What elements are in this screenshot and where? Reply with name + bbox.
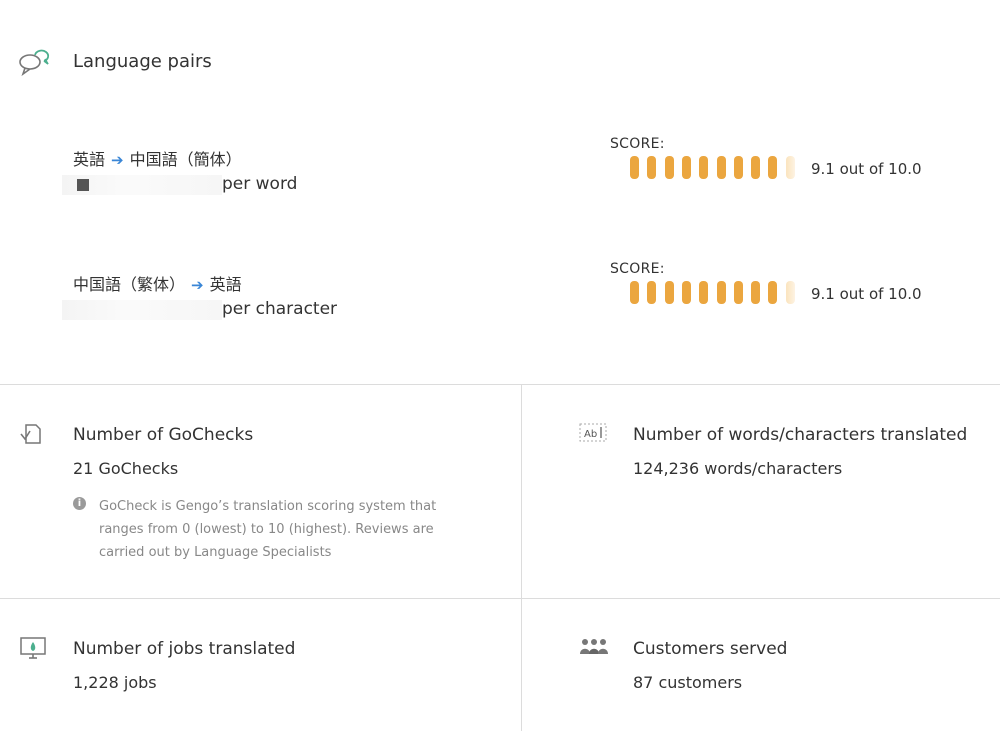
score-segment bbox=[699, 156, 709, 179]
score-segment bbox=[768, 281, 778, 304]
score-label: SCORE: bbox=[610, 136, 665, 152]
divider bbox=[0, 598, 1000, 599]
score-segment bbox=[699, 281, 709, 304]
source-language: 中国語（繁体） bbox=[73, 275, 186, 294]
score-segment bbox=[647, 156, 657, 179]
stat-customers: Customers served 87 customers bbox=[579, 636, 994, 716]
score-segment bbox=[681, 281, 691, 304]
pair-languages: 中国語（繁体） ➔ 英語 bbox=[73, 271, 242, 295]
price-marker bbox=[77, 179, 89, 191]
language-pair-row: 英語 ➔ 中国語（簡体） per word SCORE: 9.1 out of 10… bbox=[0, 136, 1000, 226]
score-segment bbox=[630, 156, 639, 179]
stat-value: 87 customers bbox=[633, 673, 743, 692]
stat-value: 124,236 words/characters bbox=[633, 459, 843, 478]
score-segment bbox=[768, 156, 778, 179]
monitor-icon bbox=[20, 636, 48, 660]
stat-title: Number of jobs translated bbox=[73, 639, 296, 659]
stat-title: Number of words/characters translated bbox=[633, 425, 968, 445]
arrow-right-icon: ➔ bbox=[191, 276, 204, 294]
pair-languages: 英語 ➔ 中国語（簡体） bbox=[73, 146, 242, 170]
score-segment bbox=[647, 281, 657, 304]
score-segment bbox=[733, 156, 743, 179]
language-pairs-header: Language pairs bbox=[0, 0, 1000, 120]
price-unit: per word bbox=[222, 174, 298, 194]
score-segment bbox=[716, 156, 726, 179]
stat-jobs: Number of jobs translated 1,228 jobs bbox=[20, 636, 500, 716]
people-group-icon bbox=[579, 636, 608, 660]
stat-value: 1,228 jobs bbox=[73, 673, 157, 692]
text-ab-icon: Ab bbox=[579, 422, 607, 446]
pair-price: per character bbox=[62, 299, 337, 323]
stat-gochecks: Number of GoChecks 21 GoChecks i GoCheck… bbox=[20, 422, 500, 582]
language-pair-row: 中国語（繁体） ➔ 英語 per character SCORE: 9.1 out … bbox=[0, 261, 1000, 351]
score-text: 9.1 out of 10.0 bbox=[811, 285, 922, 303]
score-segment bbox=[751, 156, 761, 179]
score-segment bbox=[716, 281, 726, 304]
target-language: 中国語（簡体） bbox=[129, 150, 242, 169]
target-language: 英語 bbox=[209, 275, 242, 294]
divider bbox=[0, 384, 1000, 385]
score-segment bbox=[630, 281, 639, 304]
stat-words: Ab Number of words/characters translated… bbox=[579, 422, 994, 502]
price-unit: per character bbox=[222, 299, 338, 319]
info-icon: i bbox=[73, 497, 86, 510]
arrow-right-icon: ➔ bbox=[111, 151, 124, 169]
svg-text:Ab: Ab bbox=[584, 429, 597, 440]
score-text: 9.1 out of 10.0 bbox=[811, 160, 922, 178]
stat-note: GoCheck is Gengo’s translation scoring s… bbox=[99, 499, 437, 560]
stat-value: 21 GoChecks bbox=[73, 459, 179, 478]
source-language: 英語 bbox=[73, 150, 106, 169]
stat-title: Customers served bbox=[633, 639, 788, 659]
score-segment bbox=[785, 281, 795, 304]
score-segment bbox=[785, 156, 795, 179]
score-segment bbox=[664, 156, 674, 179]
language-pairs-title: Language pairs bbox=[73, 51, 212, 72]
score-segment bbox=[751, 281, 761, 304]
score-segment bbox=[733, 281, 743, 304]
score-segment bbox=[664, 281, 674, 304]
redacted-price bbox=[62, 299, 222, 320]
score-segment bbox=[681, 156, 691, 179]
divider-vertical bbox=[521, 384, 522, 731]
speech-bubbles-icon bbox=[18, 48, 52, 77]
score-meter bbox=[630, 156, 800, 180]
score-meter bbox=[630, 281, 800, 305]
pair-price: per word bbox=[62, 174, 297, 198]
score-label: SCORE: bbox=[610, 261, 665, 277]
document-check-icon bbox=[20, 422, 48, 446]
stat-title: Number of GoChecks bbox=[73, 425, 254, 445]
